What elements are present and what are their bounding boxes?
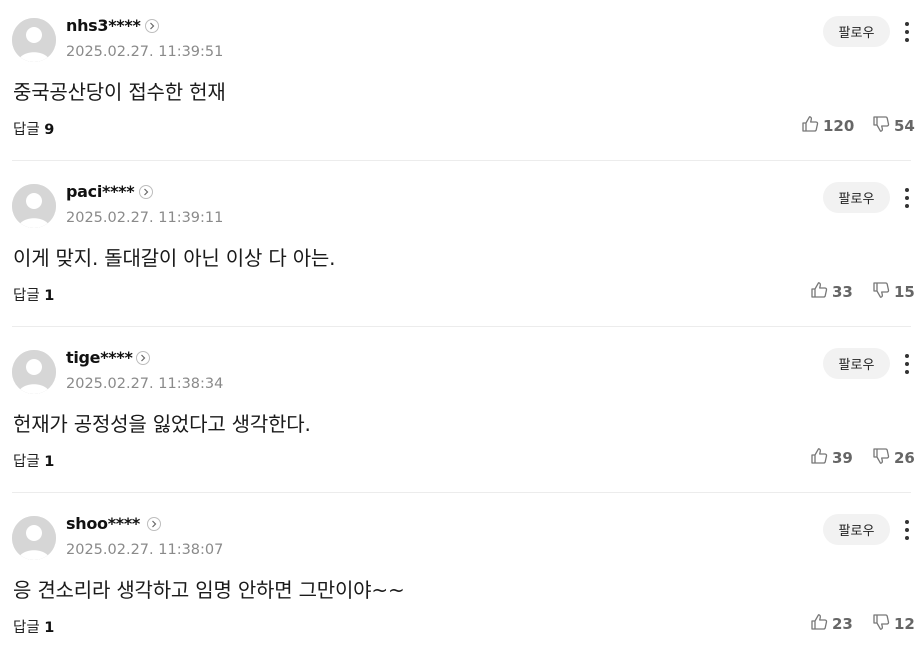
reply-label: 답글 (13, 620, 45, 636)
follow-button[interactable]: 팔로우 (823, 182, 890, 213)
dislike-button[interactable]: 54 (872, 115, 915, 137)
chevron-right-icon[interactable] (139, 185, 153, 199)
avatar-icon[interactable] (12, 184, 56, 228)
thumbs-up-icon (810, 613, 832, 635)
comment-item: paci**** 2025.02.27. 11:39:11 팔로우 이게 맞지.… (0, 166, 923, 332)
more-vertical-icon[interactable] (900, 352, 914, 376)
more-vertical-icon[interactable] (900, 186, 914, 210)
follow-button[interactable]: 팔로우 (823, 348, 890, 379)
avatar-icon[interactable] (12, 18, 56, 62)
divider (12, 326, 911, 327)
thumbs-down-icon (872, 281, 894, 303)
like-button[interactable]: 39 (810, 447, 853, 469)
username[interactable]: shoo**** (66, 514, 140, 533)
dislike-button[interactable]: 12 (872, 613, 915, 635)
comment-text: 헌재가 공정성을 잃었다고 생각한다. (13, 412, 311, 436)
comment-item: shoo**** 2025.02.27. 11:38:07 팔로우 응 견소리라… (0, 498, 923, 664)
more-vertical-icon[interactable] (900, 20, 914, 44)
reply-count: 1 (44, 288, 55, 304)
comment-text: 이게 맞지. 돌대갈이 아닌 이상 다 아는. (13, 246, 336, 270)
comment-item: nhs3**** 2025.02.27. 11:39:51 팔로우 중국공산당이… (0, 0, 923, 166)
follow-button[interactable]: 팔로우 (823, 16, 890, 47)
chevron-right-icon[interactable] (136, 351, 150, 365)
like-count: 120 (823, 117, 855, 135)
divider (12, 492, 911, 493)
comment-text: 중국공산당이 접수한 헌재 (13, 80, 226, 104)
dislike-count: 54 (894, 117, 915, 135)
like-button[interactable]: 33 (810, 281, 853, 303)
like-count: 39 (832, 449, 853, 467)
username[interactable]: nhs3**** (66, 16, 141, 35)
reply-label: 답글 (13, 288, 45, 304)
timestamp: 2025.02.27. 11:38:07 (66, 542, 224, 558)
divider (12, 160, 911, 161)
chevron-right-icon[interactable] (147, 517, 161, 531)
dislike-button[interactable]: 26 (872, 447, 915, 469)
more-vertical-icon[interactable] (900, 518, 914, 542)
reply-button[interactable]: 답글 1 (13, 616, 54, 637)
reply-count: 9 (44, 122, 55, 138)
thumbs-down-icon (872, 447, 894, 469)
like-count: 23 (832, 615, 853, 633)
follow-button[interactable]: 팔로우 (823, 514, 890, 545)
reply-count: 1 (44, 620, 55, 636)
thumbs-up-icon (810, 281, 832, 303)
comment-item: tige**** 2025.02.27. 11:38:34 팔로우 헌재가 공정… (0, 332, 923, 498)
dislike-button[interactable]: 15 (872, 281, 915, 303)
reply-button[interactable]: 답글 9 (13, 118, 54, 139)
dislike-count: 26 (894, 449, 915, 467)
username[interactable]: tige**** (66, 348, 133, 367)
like-button[interactable]: 120 (801, 115, 854, 137)
dislike-count: 15 (894, 283, 915, 301)
chevron-right-icon[interactable] (145, 19, 159, 33)
comment-text: 응 견소리라 생각하고 임명 안하면 그만이야~~ (13, 578, 405, 602)
timestamp: 2025.02.27. 11:39:11 (66, 210, 224, 226)
like-count: 33 (832, 283, 853, 301)
avatar-icon[interactable] (12, 516, 56, 560)
reply-label: 답글 (13, 454, 45, 470)
reply-button[interactable]: 답글 1 (13, 284, 54, 305)
reply-label: 답글 (13, 122, 45, 138)
thumbs-down-icon (872, 115, 894, 137)
reply-button[interactable]: 답글 1 (13, 450, 54, 471)
like-button[interactable]: 23 (810, 613, 853, 635)
thumbs-up-icon (810, 447, 832, 469)
avatar-icon[interactable] (12, 350, 56, 394)
reply-count: 1 (44, 454, 55, 470)
thumbs-down-icon (872, 613, 894, 635)
timestamp: 2025.02.27. 11:38:34 (66, 376, 224, 392)
timestamp: 2025.02.27. 11:39:51 (66, 44, 224, 60)
thumbs-up-icon (801, 115, 823, 137)
dislike-count: 12 (894, 615, 915, 633)
username[interactable]: paci**** (66, 182, 135, 201)
